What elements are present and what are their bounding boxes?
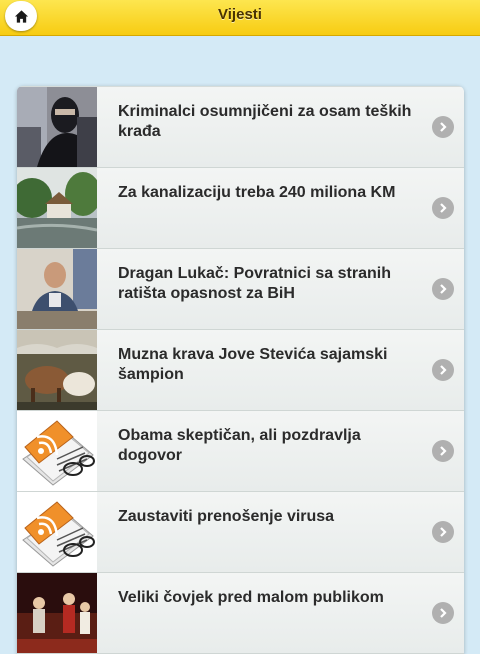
- chevron-right-icon: [432, 521, 454, 543]
- flooded-village-photo: [17, 168, 97, 248]
- app-header: Vijesti: [0, 0, 480, 36]
- chevron-right-icon: [432, 440, 454, 462]
- police-officer-photo: [17, 249, 97, 329]
- stage-performance-photo: [17, 573, 97, 653]
- news-title: Za kanalizaciju treba 240 miliona KM: [118, 184, 396, 201]
- masked-robber-photo: [17, 87, 97, 167]
- page-title: Vijesti: [218, 6, 262, 23]
- news-title: Zaustaviti prenošenje virusa: [118, 508, 335, 525]
- chevron-right-icon: [432, 116, 454, 138]
- news-title: Dragan Lukač: Povratnici sa stranih rati…: [118, 265, 391, 302]
- news-thumbnail: [17, 87, 97, 167]
- news-thumbnail: [17, 492, 97, 572]
- news-item[interactable]: Veliki čovjek pred malom publikom: [17, 573, 464, 654]
- news-item[interactable]: Kriminalci osumnjičeni za osam teških kr…: [17, 86, 464, 168]
- rss-newspaper-icon: [17, 492, 97, 572]
- news-item[interactable]: Za kanalizaciju treba 240 miliona KM: [17, 168, 464, 249]
- news-thumbnail: [17, 330, 97, 410]
- chevron-right-icon: [432, 278, 454, 300]
- news-thumbnail: [17, 249, 97, 329]
- cattle-fair-photo: [17, 330, 97, 410]
- chevron-right-icon: [432, 359, 454, 381]
- chevron-right-icon: [432, 197, 454, 219]
- news-item[interactable]: Muzna krava Jove Stevića sajamski šampio…: [17, 330, 464, 411]
- chevron-right-icon: [432, 602, 454, 624]
- news-title: Obama skeptičan, ali pozdravlja dogovor: [118, 427, 361, 464]
- news-title: Muzna krava Jove Stevića sajamski šampio…: [118, 346, 388, 383]
- news-thumbnail: [17, 411, 97, 491]
- news-title: Kriminalci osumnjičeni za osam teških kr…: [118, 103, 412, 140]
- rss-newspaper-icon: [17, 411, 97, 491]
- news-thumbnail: [17, 168, 97, 248]
- news-item[interactable]: Dragan Lukač: Povratnici sa stranih rati…: [17, 249, 464, 330]
- news-title: Veliki čovjek pred malom publikom: [118, 589, 384, 606]
- news-list: Kriminalci osumnjičeni za osam teških kr…: [17, 86, 464, 654]
- news-thumbnail: [17, 573, 97, 653]
- news-item[interactable]: Obama skeptičan, ali pozdravlja dogovor: [17, 411, 464, 492]
- news-item[interactable]: Zaustaviti prenošenje virusa: [17, 492, 464, 573]
